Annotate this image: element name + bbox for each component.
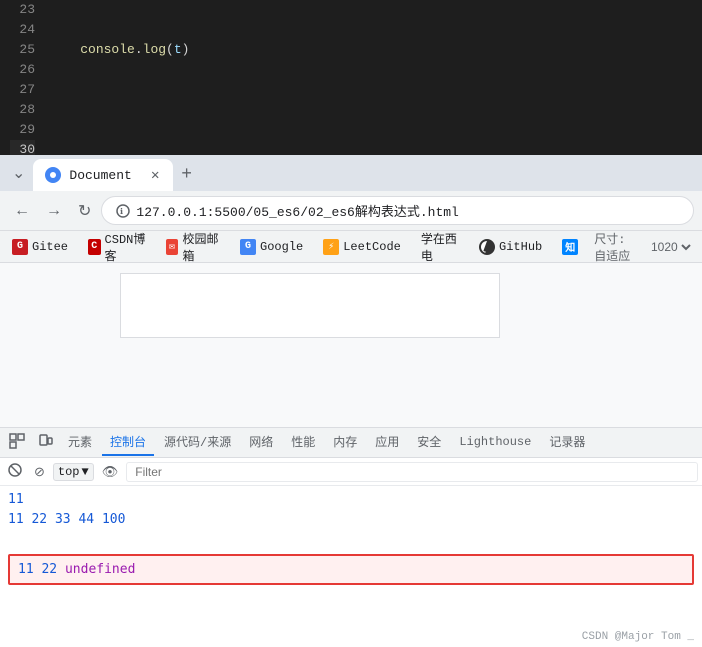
inspect-icon [9, 433, 25, 449]
bookmark-google-label: Google [260, 240, 303, 254]
bookmark-github-label: GitHub [499, 240, 542, 254]
devtools: 元素 控制台 源代码/来源 网络 性能 内存 应用 安全 Lighthouse … [0, 427, 702, 647]
tab-favicon [45, 167, 61, 183]
url-text: 127.0.0.1:5500/05_es6/02_es6解构表达式.html [136, 201, 458, 220]
console-output: 11 11 22 33 44 100 [0, 486, 702, 647]
console-output-array: 11 22 33 44 100 [8, 512, 125, 527]
line-num-27: 27 [10, 80, 35, 100]
console-line-3 [0, 530, 702, 550]
browser: ⌄ Document ✕ + ← → ↻ ℹ 127.0.0.1:5500/05… [0, 155, 702, 647]
watermark: CSDN @Major Tom _ [582, 631, 694, 643]
devtools-tab-memory[interactable]: 内存 [325, 429, 365, 456]
line-num-25: 25 [10, 40, 35, 60]
console-output-11: 11 [8, 492, 24, 507]
white-content-box [120, 273, 500, 338]
leetcode-icon: ⚡ [323, 239, 339, 255]
bookmark-github[interactable]: GitHub [475, 237, 546, 257]
bookmark-gitee-label: Gitee [32, 240, 68, 254]
devtools-tab-performance[interactable]: 性能 [283, 429, 323, 456]
devtools-inspect-button[interactable] [4, 430, 30, 455]
csdn-icon: C [88, 239, 101, 255]
page-content [0, 263, 702, 427]
console-line-2: 11 22 33 44 100 [0, 510, 702, 530]
bookmark-zhihu[interactable]: 知 [558, 237, 582, 257]
devtools-tab-security[interactable]: 安全 [409, 429, 449, 456]
bookmark-google[interactable]: G Google [236, 237, 307, 257]
bookmark-mail[interactable]: ✉ 校园邮箱 [162, 228, 224, 266]
size-indicator: 尺寸: 自适应 1020 [594, 230, 694, 264]
bookmark-xidian[interactable]: 学在西电 [417, 228, 463, 266]
line-numbers: 23 24 25 26 27 28 29 30 [0, 0, 45, 155]
device-icon [37, 433, 53, 449]
bookmark-gitee[interactable]: G Gitee [8, 237, 72, 257]
devtools-tab-lighthouse[interactable]: Lighthouse [451, 431, 539, 455]
devtools-tab-application[interactable]: 应用 [367, 429, 407, 456]
reload-button[interactable]: ↻ [72, 197, 97, 225]
url-bar[interactable]: ℹ 127.0.0.1:5500/05_es6/02_es6解构表达式.html [101, 196, 694, 225]
context-select[interactable]: top ▼ [53, 463, 94, 481]
context-value: top [58, 465, 80, 479]
console-output-highlighted: 11 22 undefined [18, 562, 135, 577]
line-num-28: 28 [10, 100, 35, 120]
devtools-tab-elements[interactable]: 元素 [60, 429, 100, 456]
tab-bar: ⌄ Document ✕ + [0, 155, 702, 191]
zhihu-icon: 知 [562, 239, 578, 255]
console-line-1: 11 [0, 490, 702, 510]
tab-close-button[interactable]: ✕ [149, 165, 161, 186]
line-num-30: 30 [10, 140, 35, 155]
line-num-26: 26 [10, 60, 35, 80]
devtools-tab-console[interactable]: 控制台 [102, 429, 154, 456]
address-bar: ← → ↻ ℹ 127.0.0.1:5500/05_es6/02_es6解构表达… [0, 191, 702, 231]
clear-icon [8, 463, 22, 477]
code-line-23: console.log(t) [49, 40, 702, 60]
line-num-24: 24 [10, 20, 35, 40]
github-logo [481, 241, 493, 253]
code-content: console.log(t) // 3.解构表达式应用在方法的参数列表 let … [45, 0, 702, 155]
github-icon [479, 239, 495, 255]
forward-button[interactable]: → [40, 198, 68, 224]
bookmark-mail-label: 校园邮箱 [182, 230, 220, 264]
bookmark-csdn[interactable]: C CSDN博客 [84, 228, 150, 266]
mail-icon: ✉ [166, 239, 179, 255]
new-tab-button[interactable]: + [173, 157, 200, 190]
code-line-24 [49, 100, 702, 120]
context-dropdown-icon: ▼ [82, 465, 89, 479]
chrome-icon [46, 168, 60, 182]
tab-title: Document [69, 168, 141, 183]
tab-nav-button[interactable]: ⌄ [4, 157, 33, 189]
console-settings-button[interactable]: ⊘ [30, 462, 49, 482]
console-toolbar: ⊘ top ▼ 👁 [0, 458, 702, 486]
google-icon: G [240, 239, 256, 255]
bookmark-leetcode[interactable]: ⚡ LeetCode [319, 237, 405, 257]
console-eye-button[interactable]: 👁 [98, 462, 123, 482]
watermark-text: CSDN @Major Tom _ [582, 631, 694, 643]
size-select[interactable]: 1020 [647, 239, 694, 255]
bookmark-leetcode-label: LeetCode [343, 240, 401, 254]
code-editor: 23 24 25 26 27 28 29 30 console.log(t) /… [0, 0, 702, 155]
gitee-icon: G [12, 239, 28, 255]
browser-tab[interactable]: Document ✕ [33, 159, 173, 191]
console-line-highlighted: 11 22 undefined [8, 554, 694, 585]
bookmark-xidian-label: 学在西电 [421, 230, 459, 264]
line-num-29: 29 [10, 120, 35, 140]
devtools-tab-network[interactable]: 网络 [241, 429, 281, 456]
devtools-toolbar: 元素 控制台 源代码/来源 网络 性能 内存 应用 安全 Lighthouse … [0, 428, 702, 458]
bookmarks-bar: G Gitee C CSDN博客 ✉ 校园邮箱 G Google ⚡ LeetC… [0, 231, 702, 263]
svg-text:ℹ: ℹ [120, 207, 123, 217]
devtools-tab-recorder[interactable]: 记录器 [541, 429, 593, 456]
devtools-device-button[interactable] [32, 430, 58, 455]
filter-input[interactable] [126, 462, 698, 482]
size-label: 尺寸: 自适应 [594, 230, 643, 264]
back-button[interactable]: ← [8, 198, 36, 224]
line-num-23: 23 [10, 0, 35, 20]
devtools-tab-sources[interactable]: 源代码/来源 [156, 429, 239, 456]
lock-icon: ℹ [116, 204, 130, 218]
console-clear-button[interactable] [4, 461, 26, 482]
bookmark-csdn-label: CSDN博客 [105, 230, 146, 264]
